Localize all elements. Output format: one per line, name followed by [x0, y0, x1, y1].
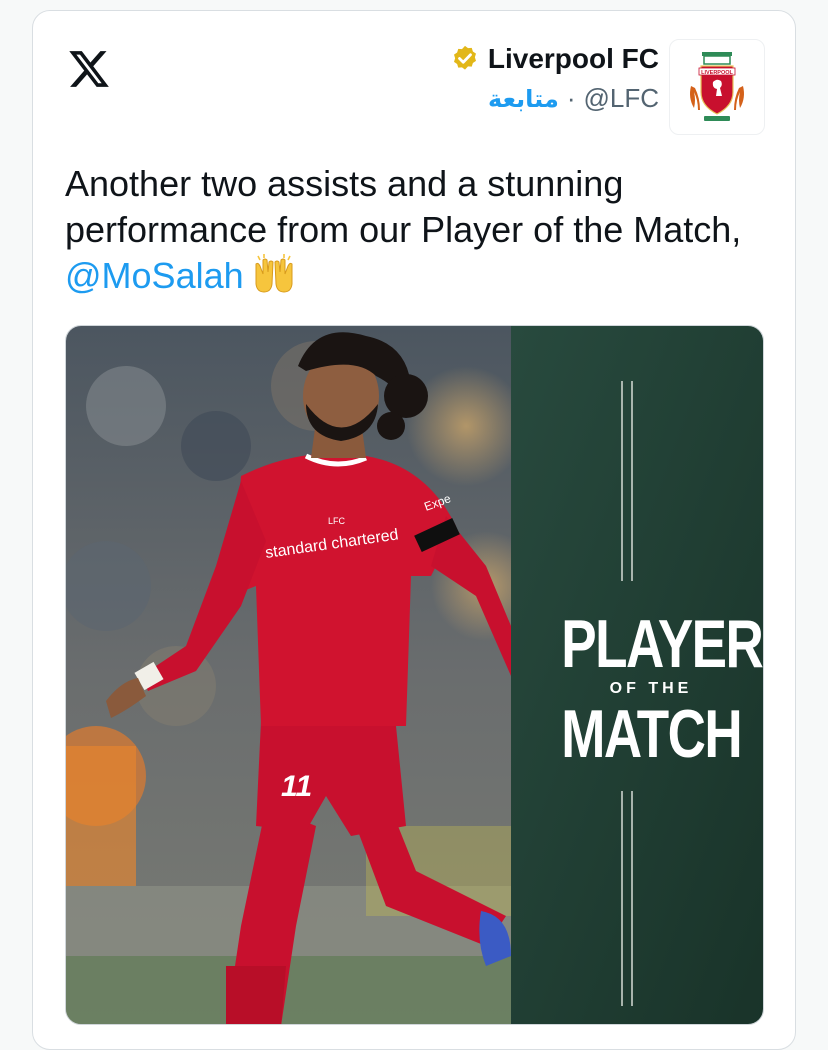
- graphic-line-player: PLAYER: [561, 606, 763, 682]
- tweet-text: Another two assists and a stunning perfo…: [65, 161, 745, 299]
- media-image[interactable]: 11 standard chartered Expe LFC PLAYER OF…: [65, 325, 764, 1025]
- shirt-badge: LFC: [328, 516, 346, 526]
- follow-button[interactable]: متابعة: [488, 85, 559, 113]
- mention-link[interactable]: @MoSalah: [65, 255, 244, 296]
- crest-text: LIVERPOOL: [701, 70, 733, 76]
- graphic-line-match: MATCH: [561, 696, 742, 772]
- liverpool-crest-icon: LIVERPOOL: [690, 52, 744, 121]
- author-block[interactable]: Liverpool FC متابعة · @LFC LIVERPOOL: [450, 39, 765, 135]
- x-logo-icon[interactable]: [67, 47, 111, 91]
- author-display-name[interactable]: Liverpool FC: [488, 43, 659, 75]
- avatar[interactable]: LIVERPOOL: [669, 39, 765, 135]
- verified-gold-badge-icon: [453, 45, 476, 70]
- tweet-card[interactable]: Liverpool FC متابعة · @LFC LIVERPOOL Ano…: [32, 10, 796, 1050]
- player-of-the-match-graphic: PLAYER OF THE MATCH: [536, 606, 763, 772]
- separator-dot: ·: [566, 83, 576, 113]
- shirt-number: 11: [281, 770, 312, 803]
- raising-hands-emoji-icon: [255, 254, 293, 293]
- author-handle[interactable]: @LFC: [583, 83, 659, 114]
- tweet-body: Another two assists and a stunning perfo…: [65, 163, 742, 250]
